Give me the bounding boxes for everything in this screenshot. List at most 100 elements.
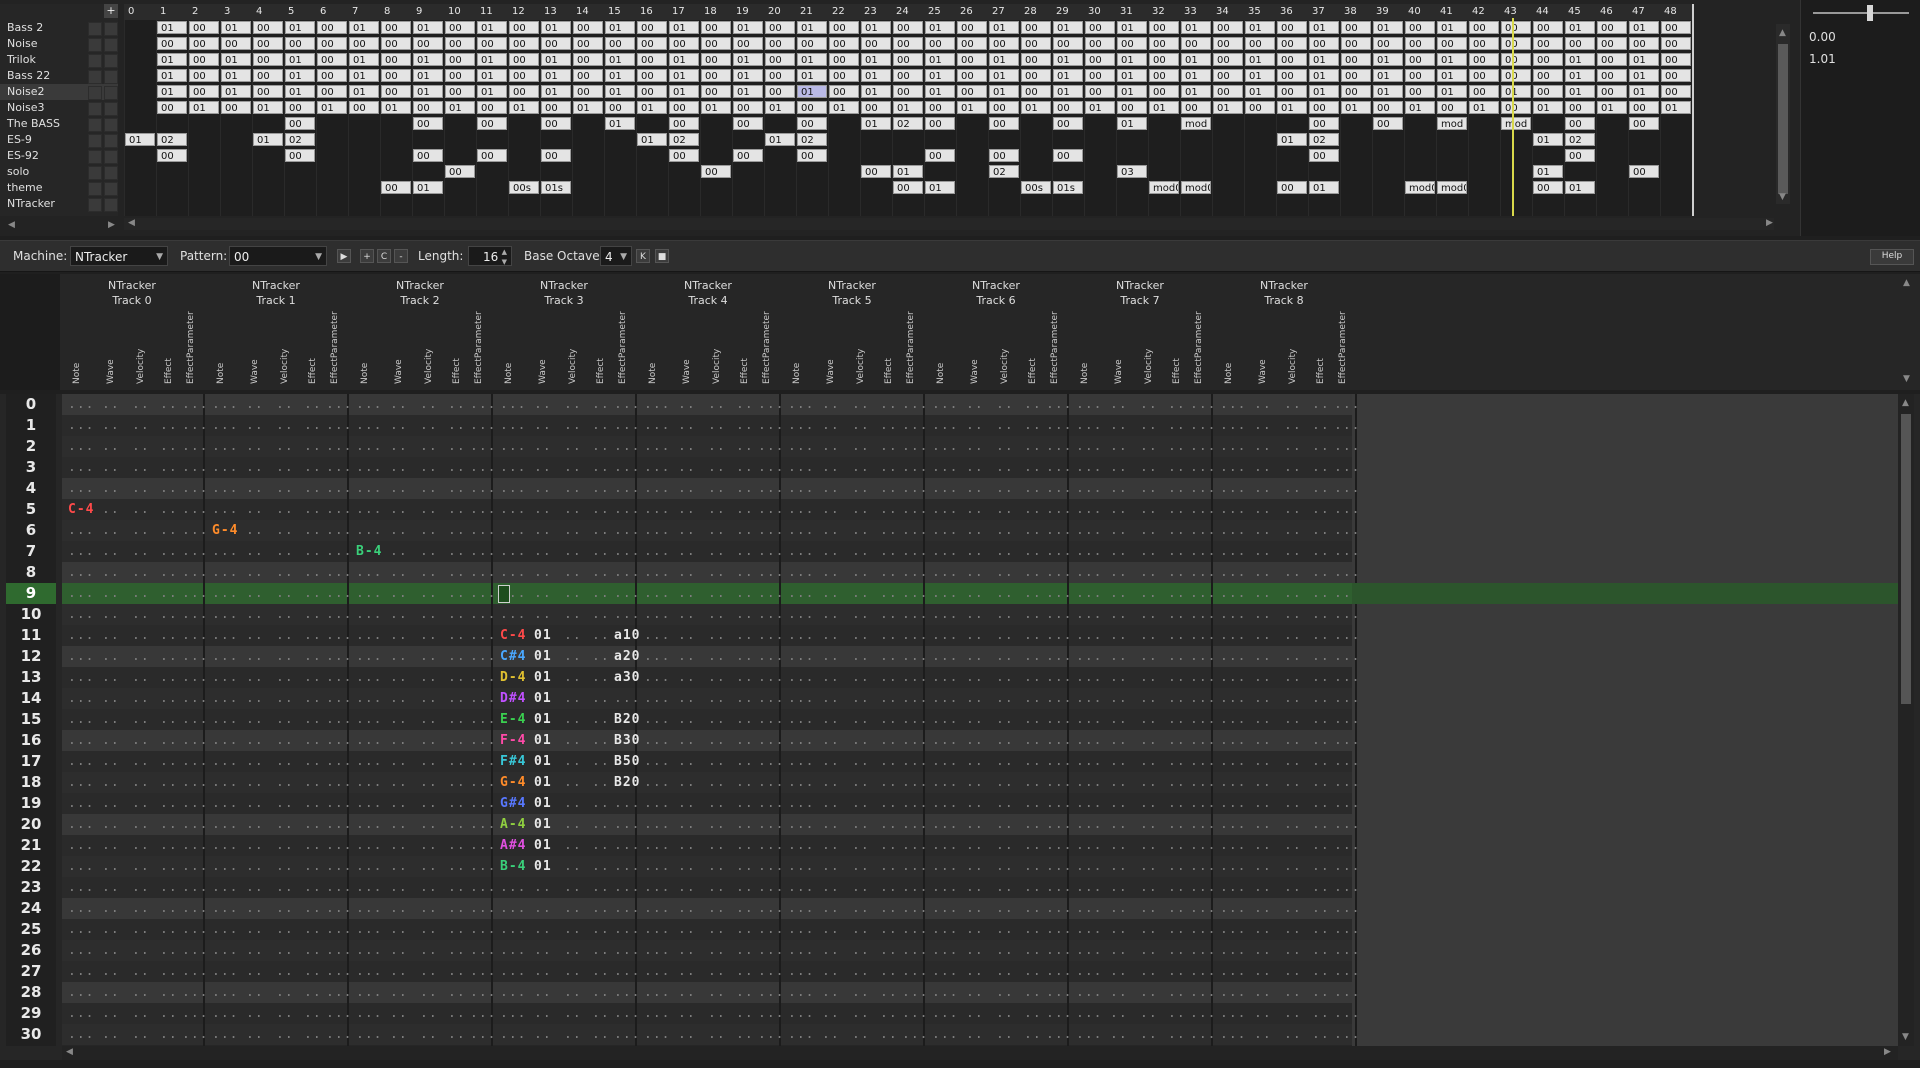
effect-cell[interactable]: .. [1168, 793, 1186, 814]
note-cell[interactable]: ... [1220, 646, 1246, 667]
note-cell[interactable]: ... [356, 478, 382, 499]
effect-cell[interactable]: .. [592, 1003, 610, 1024]
note-cell[interactable]: ... [1220, 625, 1246, 646]
velocity-cell[interactable]: .. [564, 1003, 582, 1024]
effect-cell[interactable]: .. [304, 646, 322, 667]
sequence-step-number[interactable]: 23 [864, 4, 877, 20]
delete-pattern-button[interactable]: - [394, 249, 408, 263]
note-cell[interactable]: ... [932, 646, 958, 667]
velocity-cell[interactable]: .. [276, 436, 294, 457]
velocity-cell[interactable]: .. [1140, 835, 1158, 856]
note-cell[interactable]: ... [500, 898, 526, 919]
sequence-pattern-cell[interactable]: 00 [1661, 85, 1691, 98]
sequence-pattern-cell[interactable]: 00 [925, 101, 955, 114]
velocity-cell[interactable]: .. [852, 919, 870, 940]
velocity-cell[interactable]: .. [564, 562, 582, 583]
velocity-cell[interactable]: .. [852, 541, 870, 562]
note-cell[interactable]: ... [212, 1003, 238, 1024]
sequence-pattern-cell[interactable]: 00 [189, 69, 219, 82]
note-cell[interactable]: ... [500, 877, 526, 898]
parameter-cell[interactable]: ... [902, 499, 928, 520]
sequence-pattern-cell[interactable]: 01 [925, 21, 955, 34]
effect-cell[interactable]: .. [880, 940, 898, 961]
effect-cell[interactable]: .. [592, 898, 610, 919]
note-cell[interactable]: ... [644, 688, 670, 709]
sequence-pattern-cell[interactable]: 00 [1373, 101, 1403, 114]
sequence-pattern-cell[interactable]: 00 [1021, 53, 1051, 66]
velocity-cell[interactable]: .. [996, 457, 1014, 478]
parameter-cell[interactable]: ... [470, 898, 496, 919]
note-cell[interactable]: ... [356, 499, 382, 520]
sequence-pattern-cell[interactable]: 00 [1533, 21, 1563, 34]
parameter-cell[interactable]: ... [902, 898, 928, 919]
sequence-pattern-cell[interactable]: 01 [1565, 181, 1595, 194]
wave-cell[interactable]: .. [246, 646, 264, 667]
wave-cell[interactable]: .. [390, 1003, 408, 1024]
sequence-pattern-cell[interactable]: 01 [157, 85, 187, 98]
sequence-pattern-cell[interactable]: 00 [765, 21, 795, 34]
parameter-cell[interactable]: ... [1046, 835, 1072, 856]
effect-cell[interactable]: .. [1312, 541, 1330, 562]
sequence-pattern-cell[interactable]: 00 [925, 149, 955, 162]
wave-cell[interactable]: .. [1254, 793, 1272, 814]
sequence-step-number[interactable]: 14 [576, 4, 589, 20]
note-cell[interactable]: ... [356, 814, 382, 835]
sequence-pattern-cell[interactable]: 01 [477, 21, 507, 34]
wave-cell[interactable]: .. [822, 688, 840, 709]
effect-cell[interactable]: .. [1024, 520, 1042, 541]
velocity-cell[interactable]: .. [996, 730, 1014, 751]
wave-cell[interactable]: .. [1254, 856, 1272, 877]
sequence-pattern-cell[interactable]: 00 [445, 165, 475, 178]
sequence-pattern-cell[interactable]: 01 [765, 133, 795, 146]
note-cell[interactable]: ... [932, 688, 958, 709]
note-cell[interactable]: ... [932, 541, 958, 562]
sequence-pattern-cell[interactable]: 01 [605, 117, 635, 130]
velocity-cell[interactable]: .. [420, 814, 438, 835]
note-cell[interactable]: ... [932, 625, 958, 646]
velocity-cell[interactable]: .. [996, 436, 1014, 457]
note-cell[interactable]: ... [356, 457, 382, 478]
wave-cell[interactable]: .. [390, 541, 408, 562]
sequence-pattern-cell[interactable]: 00 [797, 101, 827, 114]
sequence-pattern-cell[interactable]: 00 [1501, 37, 1531, 50]
effect-cell[interactable]: .. [160, 856, 178, 877]
effect-cell[interactable]: .. [448, 898, 466, 919]
sequence-pattern-cell[interactable]: 00 [605, 101, 635, 114]
parameter-cell[interactable]: ... [1334, 940, 1360, 961]
note-cell[interactable]: ... [212, 898, 238, 919]
wave-cell[interactable]: .. [246, 1024, 264, 1045]
sequence-pattern-cell[interactable]: 01 [1053, 21, 1083, 34]
velocity-cell[interactable]: .. [132, 940, 150, 961]
solo-toggle[interactable] [104, 150, 118, 164]
velocity-cell[interactable]: .. [132, 709, 150, 730]
wave-cell[interactable]: .. [102, 709, 120, 730]
wave-cell[interactable]: 01 [534, 625, 552, 646]
effect-cell[interactable]: .. [448, 1003, 466, 1024]
sequence-pattern-cell[interactable]: 00 [1149, 85, 1179, 98]
sequence-pattern-cell[interactable]: 00 [445, 21, 475, 34]
velocity-cell[interactable]: .. [1140, 751, 1158, 772]
velocity-cell[interactable]: .. [708, 541, 726, 562]
sequence-step-number[interactable]: 38 [1344, 4, 1357, 20]
sequence-pattern-cell[interactable]: 01 [1117, 69, 1147, 82]
column-header-effectparameter[interactable]: EffectParameter [760, 274, 774, 388]
effect-cell[interactable]: .. [160, 415, 178, 436]
sequence-pattern-cell[interactable]: 00 [1533, 181, 1563, 194]
note-cell[interactable]: ... [500, 457, 526, 478]
effect-cell[interactable]: .. [880, 772, 898, 793]
effect-cell[interactable]: .. [304, 919, 322, 940]
sequence-step-number[interactable]: 20 [768, 4, 781, 20]
wave-cell[interactable]: .. [102, 583, 120, 604]
velocity-cell[interactable]: .. [1284, 646, 1302, 667]
wave-cell[interactable]: 01 [534, 751, 552, 772]
column-header-wave[interactable]: Wave [968, 274, 982, 388]
velocity-cell[interactable]: .. [420, 646, 438, 667]
column-header-wave[interactable]: Wave [824, 274, 838, 388]
sequence-pattern-cell[interactable]: 01s [541, 181, 571, 194]
parameter-cell[interactable]: ... [1190, 919, 1216, 940]
sequence-pattern-cell[interactable]: 01 [1629, 85, 1659, 98]
column-header-wave[interactable]: Wave [392, 274, 406, 388]
velocity-cell[interactable]: .. [420, 772, 438, 793]
velocity-cell[interactable]: .. [996, 919, 1014, 940]
parameter-cell[interactable]: ... [1190, 814, 1216, 835]
